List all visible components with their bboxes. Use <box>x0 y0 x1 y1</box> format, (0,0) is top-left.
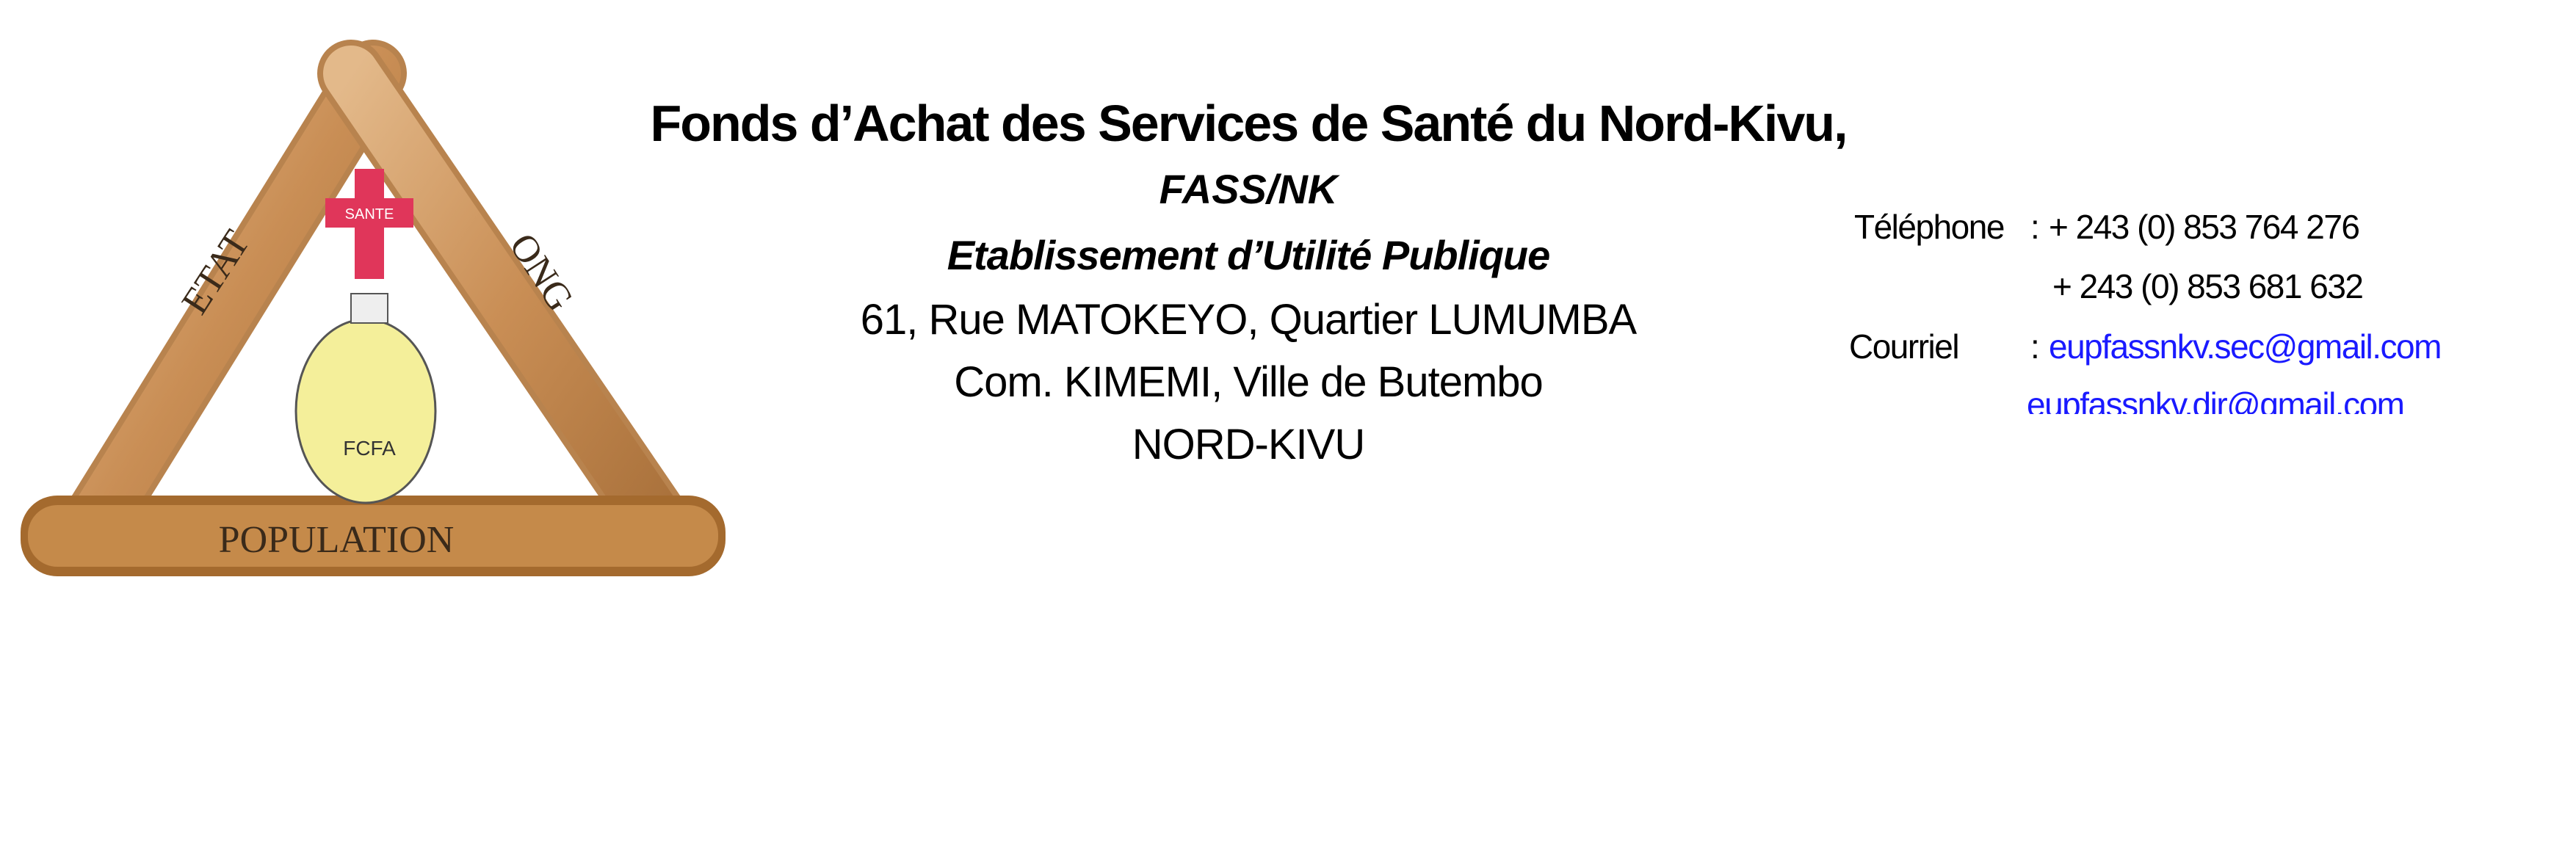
email-link-1[interactable]: eupfassnkv.sec@gmail.com <box>2049 327 2442 366</box>
address-line-3: NORD-KIVU <box>1132 421 1365 468</box>
organization-acronym: FASS/NK <box>1159 166 1338 212</box>
email-link-2[interactable]: eupfassnkv.dir@gmail.com <box>2027 385 2405 414</box>
logo-text-fcfa: FCFA <box>343 437 396 460</box>
phone-separator: : <box>2030 208 2040 246</box>
phone-label: Téléphone <box>1854 208 2005 246</box>
phone-2: + 243 (0) 853 681 632 <box>2052 267 2364 305</box>
logo-text-population: POPULATION <box>219 519 455 561</box>
address-line-1: 61, Rue MATOKEYO, Quartier LUMUMBA <box>860 296 1638 344</box>
email-label: Courriel <box>1849 327 1960 366</box>
organization-status: Etablissement d’Utilité Publique <box>947 232 1551 278</box>
organization-name: Fonds d’Achat des Services de Santé du N… <box>650 95 1848 152</box>
logo-text-sante: SANTE <box>345 206 394 222</box>
email-separator: : <box>2030 327 2040 366</box>
email-2-clip: eupfassnkv.dir@gmail.com <box>1762 382 2570 414</box>
phone-1: + 243 (0) 853 764 276 <box>2049 208 2360 246</box>
